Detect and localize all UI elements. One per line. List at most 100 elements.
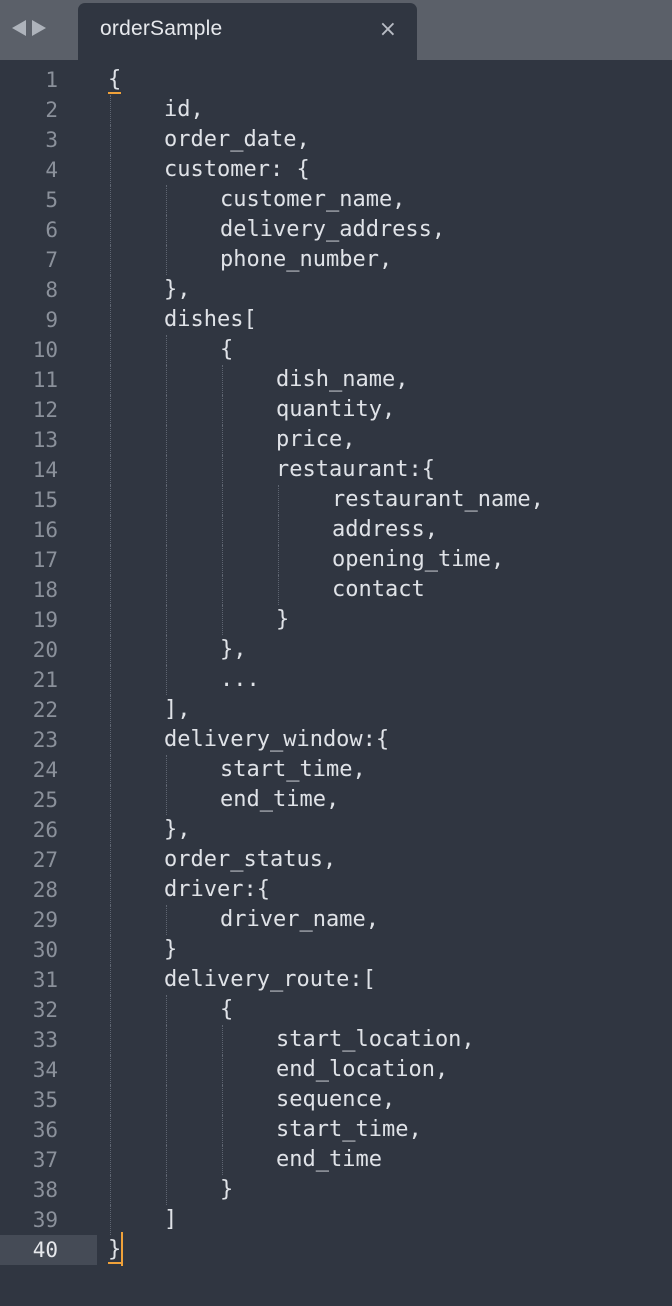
line-number: 2 [45,98,58,122]
line-number: 7 [45,248,58,272]
back-arrow-icon[interactable] [12,20,26,36]
indent-guide [166,1115,167,1145]
indent-guide [278,515,279,545]
code-line[interactable]: 40} [0,1235,672,1265]
code-line[interactable]: 28 driver:{ [0,875,672,905]
code-line[interactable]: 10 { [0,335,672,365]
code-text: opening_time, [332,547,505,572]
code-text: } [108,1237,122,1262]
code-text: ... [220,667,260,692]
code-text: }, [220,637,247,662]
code-text: driver_name, [220,907,379,932]
code-line[interactable]: 37 end_time [0,1145,672,1175]
indent-guide [110,1025,111,1055]
code-line[interactable]: 14 restaurant:{ [0,455,672,485]
code-line[interactable]: 17 opening_time, [0,545,672,575]
code-line[interactable]: 24 start_time, [0,755,672,785]
line-number: 29 [32,908,58,932]
code-line[interactable]: 1{ [0,65,672,95]
code-editor[interactable]: 1{2 id, 3 order_date, 4 customer: {5 customer_… [0,60,672,1306]
code-line[interactable]: 5 customer_name, [0,185,672,215]
code-line[interactable]: 25 end_time, [0,785,672,815]
code-line[interactable]: 13 price, [0,425,672,455]
indent-guide [110,965,111,995]
code-line[interactable]: 26}, [0,815,672,845]
code-line[interactable]: 8}, [0,275,672,305]
code-text: } [220,1177,234,1202]
code-line[interactable]: 38} [0,1175,672,1205]
line-number: 32 [32,998,58,1022]
tab-order-sample[interactable]: orderSample × [78,3,417,60]
indent-guide [110,1205,111,1235]
code-line[interactable]: 16 address, [0,515,672,545]
code-line[interactable]: 6 delivery_address, [0,215,672,245]
code-text: quantity, [276,397,396,422]
code-line[interactable]: 39] [0,1205,672,1235]
close-icon[interactable]: × [379,17,397,43]
indent-guide [222,425,223,455]
code-line[interactable]: 31 delivery_route:[ [0,965,672,995]
code-line[interactable]: 2 id, [0,95,672,125]
code-line[interactable]: 3 order_date, [0,125,672,155]
code-line[interactable]: 12 quantity, [0,395,672,425]
code-text: start_location, [276,1027,475,1052]
code-text: end_time, [220,787,340,812]
code-line[interactable]: 23 delivery_window:{ [0,725,672,755]
indent-guide [166,425,167,455]
code-text: dishes[ [164,307,257,332]
line-number: 10 [32,338,58,362]
code-line[interactable]: 19} [0,605,672,635]
code-line[interactable]: 34 end_location, [0,1055,672,1085]
code-line[interactable]: 11 dish_name, [0,365,672,395]
indent-guide [222,1085,223,1115]
indent-guide [166,245,167,275]
code-line[interactable]: 32 { [0,995,672,1025]
indent-guide [110,1145,111,1175]
line-number: 23 [32,728,58,752]
indent-guide [222,485,223,515]
code-line[interactable]: 15 restaurant_name, [0,485,672,515]
code-line[interactable]: 36 start_time, [0,1115,672,1145]
indent-guide [110,995,111,1025]
code-line[interactable]: 18 contact [0,575,672,605]
indent-guide [166,215,167,245]
line-number: 39 [32,1208,58,1232]
line-number: 33 [32,1028,58,1052]
code-line[interactable]: 20}, [0,635,672,665]
indent-guide [110,545,111,575]
indent-guide [110,1085,111,1115]
indent-guide [166,335,167,365]
indent-guide [166,515,167,545]
line-number: 17 [32,548,58,572]
indent-guide [110,635,111,665]
indent-guide [110,815,111,845]
code-text: sequence, [276,1087,396,1112]
code-text: address, [332,517,438,542]
code-line[interactable]: 30} [0,935,672,965]
code-text: dish_name, [276,367,409,392]
indent-guide [166,575,167,605]
line-number: 36 [32,1118,58,1142]
indent-guide [110,1175,111,1205]
indent-guide [166,185,167,215]
code-line[interactable]: 4 customer: { [0,155,672,185]
code-line[interactable]: 35 sequence, [0,1085,672,1115]
code-line[interactable]: 29 driver_name, [0,905,672,935]
code-line[interactable]: 7 phone_number, [0,245,672,275]
code-line[interactable]: 27 order_status, [0,845,672,875]
indent-guide [222,455,223,485]
line-number: 6 [45,218,58,242]
indent-guide [166,1025,167,1055]
indent-guide [166,905,167,935]
bracket-match-marker [108,1262,122,1264]
indent-guide [222,575,223,605]
code-text: start_time, [276,1117,422,1142]
code-line[interactable]: 33 start_location, [0,1025,672,1055]
code-text: driver:{ [164,877,270,902]
forward-arrow-icon[interactable] [32,20,46,36]
code-line[interactable]: 9 dishes[ [0,305,672,335]
code-line[interactable]: 22], [0,695,672,725]
line-number: 5 [45,188,58,212]
code-line[interactable]: 21... [0,665,672,695]
indent-guide [166,755,167,785]
